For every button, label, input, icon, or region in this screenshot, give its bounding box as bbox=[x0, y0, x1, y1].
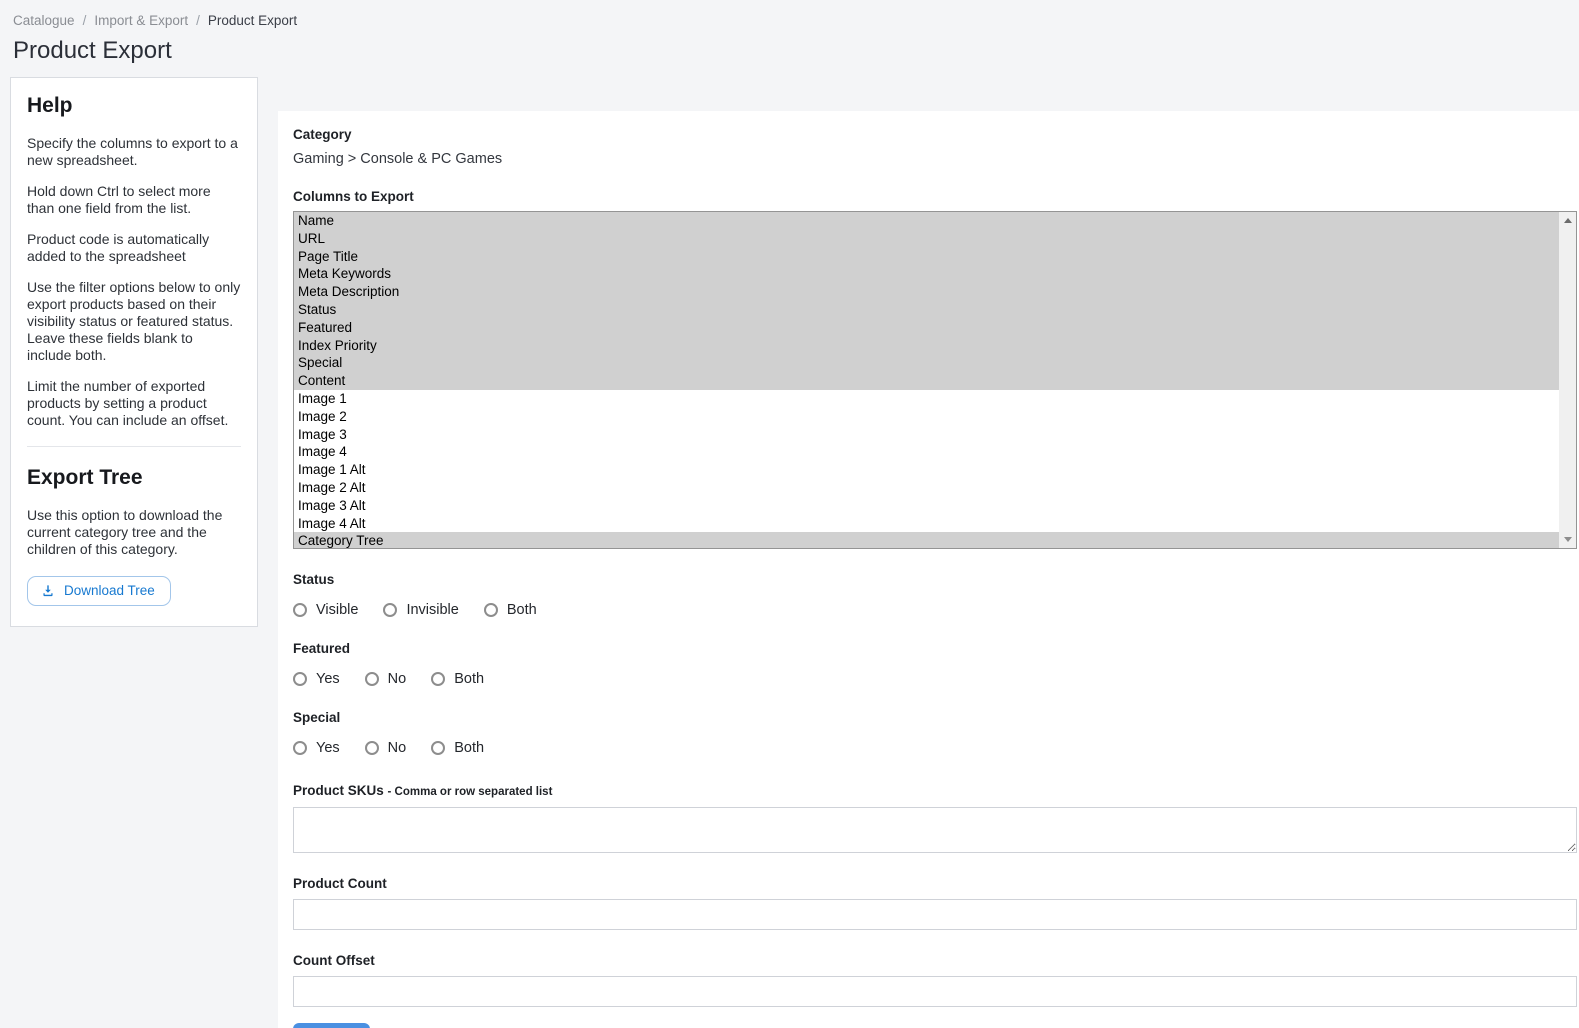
export-tree-heading: Export Tree bbox=[27, 466, 241, 490]
column-option[interactable]: Meta Description bbox=[294, 283, 1559, 301]
radio-circle-icon[interactable] bbox=[365, 672, 379, 686]
download-icon bbox=[41, 584, 55, 598]
scroll-up-icon[interactable] bbox=[1559, 212, 1576, 229]
product-count-label: Product Count bbox=[293, 876, 1577, 891]
page-title: Product Export bbox=[0, 28, 1579, 65]
special-radio-row: Yes No Both bbox=[293, 740, 1577, 756]
status-label: Status bbox=[293, 572, 1577, 587]
radio-option-label: No bbox=[388, 671, 407, 687]
radio-circle-icon[interactable] bbox=[484, 603, 498, 617]
download-tree-label: Download Tree bbox=[64, 583, 155, 598]
export-tree-description: Use this option to download the current … bbox=[27, 507, 241, 558]
column-option[interactable]: Featured bbox=[294, 319, 1559, 337]
count-offset-input[interactable] bbox=[293, 976, 1577, 1007]
radio-circle-icon[interactable] bbox=[293, 672, 307, 686]
column-option[interactable]: Content bbox=[294, 372, 1559, 390]
product-export-form: Category Gaming > Console & PC Games Col… bbox=[278, 111, 1579, 1028]
radio-circle-icon[interactable] bbox=[383, 603, 397, 617]
help-divider bbox=[27, 446, 241, 447]
column-option[interactable]: URL bbox=[294, 230, 1559, 248]
featured-group: Featured Yes No Both bbox=[293, 641, 1577, 687]
category-label: Category bbox=[293, 127, 1577, 142]
radio-option[interactable]: Both bbox=[484, 602, 537, 618]
featured-radio-row: Yes No Both bbox=[293, 671, 1577, 687]
column-option[interactable]: Category Tree bbox=[294, 532, 1559, 549]
column-option[interactable]: Status bbox=[294, 301, 1559, 319]
radio-option-label: Yes bbox=[316, 671, 340, 687]
product-skus-label: Product SKUs - Comma or row separated li… bbox=[293, 783, 1577, 798]
radio-option[interactable]: No bbox=[365, 671, 407, 687]
scroll-down-icon[interactable] bbox=[1559, 531, 1576, 548]
column-option[interactable]: Image 2 Alt bbox=[294, 479, 1559, 497]
columns-listbox-rows: NameURLPage TitleMeta KeywordsMeta Descr… bbox=[294, 212, 1559, 548]
column-option[interactable]: Image 1 Alt bbox=[294, 461, 1559, 479]
column-option[interactable]: Name bbox=[294, 212, 1559, 230]
radio-option[interactable]: Yes bbox=[293, 740, 340, 756]
help-paragraph: Limit the number of exported products by… bbox=[27, 378, 241, 429]
column-option[interactable]: Image 1 bbox=[294, 390, 1559, 408]
radio-option-label: Yes bbox=[316, 740, 340, 756]
breadcrumb-separator: / bbox=[83, 13, 87, 28]
radio-option[interactable]: Yes bbox=[293, 671, 340, 687]
radio-option-label: Both bbox=[454, 740, 484, 756]
column-option[interactable]: Image 3 Alt bbox=[294, 497, 1559, 515]
radio-option-label: Both bbox=[454, 671, 484, 687]
breadcrumb: Catalogue / Import & Export / Product Export bbox=[0, 0, 1579, 28]
breadcrumb-item[interactable]: Catalogue bbox=[13, 13, 75, 28]
radio-option-label: Both bbox=[507, 602, 537, 618]
radio-circle-icon[interactable] bbox=[431, 741, 445, 755]
column-option[interactable]: Image 4 Alt bbox=[294, 515, 1559, 533]
radio-circle-icon[interactable] bbox=[293, 741, 307, 755]
download-tree-button[interactable]: Download Tree bbox=[27, 576, 171, 606]
breadcrumb-item: Product Export bbox=[208, 13, 297, 28]
radio-option[interactable]: Both bbox=[431, 740, 484, 756]
help-paragraph: Hold down Ctrl to select more than one f… bbox=[27, 183, 241, 217]
breadcrumb-separator: / bbox=[196, 13, 200, 28]
radio-option[interactable]: Both bbox=[431, 671, 484, 687]
column-option[interactable]: Index Priority bbox=[294, 337, 1559, 355]
column-option[interactable]: Meta Keywords bbox=[294, 265, 1559, 283]
featured-label: Featured bbox=[293, 641, 1577, 656]
main-layout: Help Specify the columns to export to a … bbox=[0, 77, 1579, 1028]
column-option[interactable]: Special bbox=[294, 354, 1559, 372]
special-label: Special bbox=[293, 710, 1577, 725]
help-paragraph: Product code is automatically added to t… bbox=[27, 231, 241, 265]
radio-option[interactable]: Invisible bbox=[383, 602, 458, 618]
export-button[interactable]: Export bbox=[293, 1023, 370, 1028]
breadcrumb-item[interactable]: Import & Export bbox=[94, 13, 188, 28]
product-skus-hint: - Comma or row separated list bbox=[388, 786, 553, 798]
column-option[interactable]: Image 2 bbox=[294, 408, 1559, 426]
columns-to-export-label: Columns to Export bbox=[293, 189, 1577, 204]
radio-option-label: Visible bbox=[316, 602, 358, 618]
product-skus-textarea[interactable] bbox=[293, 807, 1577, 853]
category-value: Gaming > Console & PC Games bbox=[293, 151, 1577, 167]
help-paragraph: Use the filter options below to only exp… bbox=[27, 279, 241, 364]
radio-circle-icon[interactable] bbox=[431, 672, 445, 686]
status-radio-row: Visible Invisible Both bbox=[293, 602, 1577, 618]
radio-option-label: Invisible bbox=[406, 602, 458, 618]
product-count-input[interactable] bbox=[293, 899, 1577, 930]
special-group: Special Yes No Both bbox=[293, 710, 1577, 756]
status-group: Status Visible Invisible Both bbox=[293, 572, 1577, 618]
radio-circle-icon[interactable] bbox=[293, 603, 307, 617]
column-option[interactable]: Image 3 bbox=[294, 426, 1559, 444]
radio-circle-icon[interactable] bbox=[365, 741, 379, 755]
column-option[interactable]: Image 4 bbox=[294, 443, 1559, 461]
radio-option-label: No bbox=[388, 740, 407, 756]
radio-option[interactable]: Visible bbox=[293, 602, 358, 618]
help-panel: Help Specify the columns to export to a … bbox=[10, 77, 258, 627]
count-offset-label: Count Offset bbox=[293, 953, 1577, 968]
columns-listbox[interactable]: NameURLPage TitleMeta KeywordsMeta Descr… bbox=[293, 211, 1577, 549]
help-paragraph: Specify the columns to export to a new s… bbox=[27, 135, 241, 169]
radio-option[interactable]: No bbox=[365, 740, 407, 756]
listbox-scrollbar[interactable] bbox=[1559, 212, 1576, 548]
help-heading: Help bbox=[27, 94, 241, 118]
column-option[interactable]: Page Title bbox=[294, 248, 1559, 266]
